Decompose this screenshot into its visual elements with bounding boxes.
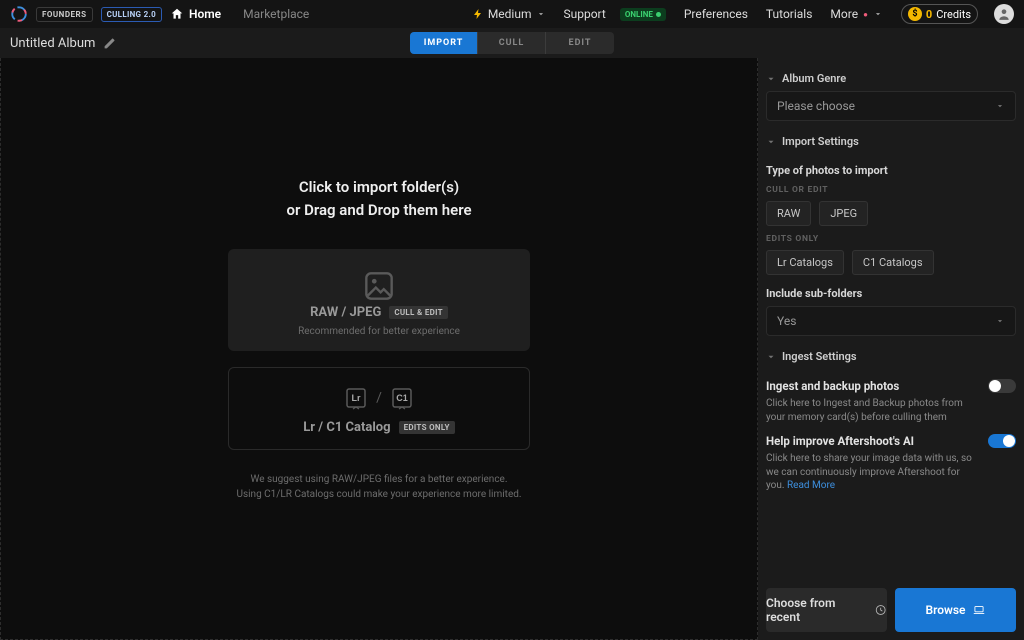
dollar-icon: $ [908,7,922,21]
choose-recent-button[interactable]: Choose from recent [766,588,887,632]
dropzone[interactable]: Click to import folder(s) or Drag and Dr… [0,58,758,640]
ingest-desc: Click here to Ingest and Backup photos f… [766,397,978,424]
priority-label: Medium [488,7,532,21]
svg-text:C1: C1 [396,393,408,403]
help-ai-title: Help improve Aftershoot's AI [766,434,978,448]
collapse-triangle-icon [766,74,776,84]
c1-icon: C1 [390,386,414,410]
image-icon [360,267,398,305]
more-label: More [830,7,858,21]
founders-badge: FOUNDERS [36,7,93,22]
section-import[interactable]: Import Settings [766,135,1016,148]
home-icon [170,7,184,21]
tab-edit[interactable]: EDIT [546,32,614,54]
culling-badge: CULLING 2.0 [101,7,162,22]
disclaimer-l2: Using C1/LR Catalogs could make your exp… [236,487,521,502]
mode-tabs: IMPORT CULL EDIT [410,32,614,54]
home-label: Home [189,7,221,21]
chevron-down-icon [536,9,546,19]
chevron-down-icon [995,316,1005,326]
chip-raw[interactable]: RAW [766,201,811,226]
svg-text:Lr: Lr [352,393,361,403]
marketplace-link[interactable]: Marketplace [243,7,309,21]
section-album-genre[interactable]: Album Genre [766,72,1016,85]
tab-import[interactable]: IMPORT [410,32,478,54]
credits-label: Credits [936,8,971,21]
ingest-toggle[interactable] [988,379,1016,393]
sidebar: Album Genre Please choose Import Setting… [758,58,1024,640]
catalog-icon-row: Lr / C1 [344,386,414,410]
more-dropdown[interactable]: More ● [830,7,882,21]
type-label: Type of photos to import [766,164,1016,177]
chip-lr-catalogs[interactable]: Lr Catalogs [766,250,844,275]
chip-c1-catalogs[interactable]: C1 Catalogs [852,250,934,275]
edits-only-label: EDITS ONLY [766,234,1016,244]
read-more-link[interactable]: Read More [787,480,835,491]
card-raw-jpeg-label-row: RAW / JPEG CULL & EDIT [310,305,448,320]
import-settings-label: Import Settings [782,135,859,148]
album-title[interactable]: Untitled Album [10,36,116,51]
album-title-label: Untitled Album [10,36,95,51]
topbar: FOUNDERS CULLING 2.0 Home Marketplace Me… [0,0,1024,28]
card-catalog-label: Lr / C1 Catalog [303,420,390,435]
clock-icon [874,603,887,617]
user-icon [997,7,1011,21]
card-raw-jpeg[interactable]: RAW / JPEG CULL & EDIT Recommended for b… [228,249,530,351]
card-catalog[interactable]: Lr / C1 Lr / C1 Catalog EDITS ONLY [228,367,530,450]
album-genre-value: Please choose [777,99,855,113]
subfolders-value: Yes [777,314,796,328]
dropzone-title: Click to import folder(s) or Drag and Dr… [286,176,471,221]
slash-divider: / [376,390,382,406]
choose-recent-label: Choose from recent [766,596,868,624]
preferences-link[interactable]: Preferences [684,7,748,21]
chevron-down-icon [873,9,883,19]
collapse-triangle-icon [766,137,776,147]
priority-dropdown[interactable]: Medium [472,7,546,21]
chip-jpeg[interactable]: JPEG [819,201,868,226]
disclaimer-l1: We suggest using RAW/JPEG files for a be… [236,472,521,487]
album-genre-select[interactable]: Please choose [766,91,1016,121]
notification-dot-icon: ● [863,10,868,19]
dropzone-line1: Click to import folder(s) [286,176,471,199]
card-raw-jpeg-sub: Recommended for better experience [298,326,460,337]
tutorials-link[interactable]: Tutorials [766,7,813,21]
subfolders-label: Include sub-folders [766,287,1016,300]
credits-count: 0 [926,8,932,21]
album-genre-label: Album Genre [782,72,846,85]
card-catalog-tag: EDITS ONLY [399,421,455,434]
ingest-title: Ingest and backup photos [766,379,978,393]
card-raw-jpeg-label: RAW / JPEG [310,305,381,320]
dropzone-line2: or Drag and Drop them here [286,199,471,222]
online-label: ONLINE [625,10,653,19]
lr-icon: Lr [344,386,368,410]
cull-or-edit-label: CULL OR EDIT [766,185,1016,195]
card-raw-jpeg-tag: CULL & EDIT [389,306,448,319]
help-ai-desc: Click here to share your image data with… [766,452,978,493]
credits-pill[interactable]: $ 0 Credits [901,4,978,24]
browse-label: Browse [925,603,965,617]
pencil-icon[interactable] [103,37,116,50]
support-link[interactable]: Support [564,7,606,21]
online-badge: ONLINE [620,8,666,21]
laptop-icon [972,603,986,617]
browse-button[interactable]: Browse [895,588,1016,632]
section-ingest[interactable]: Ingest Settings [766,350,1016,363]
bolt-icon [472,8,484,20]
disclaimer: We suggest using RAW/JPEG files for a be… [236,472,521,502]
card-catalog-label-row: Lr / C1 Catalog EDITS ONLY [303,420,454,435]
avatar[interactable] [994,4,1014,24]
help-ai-toggle[interactable] [988,434,1016,448]
app-logo-icon [10,5,28,23]
subheader: Untitled Album IMPORT CULL EDIT [0,28,1024,58]
chevron-down-icon [995,101,1005,111]
home-button[interactable]: Home [170,7,221,21]
online-dot-icon [656,12,661,17]
collapse-triangle-icon [766,352,776,362]
ingest-settings-label: Ingest Settings [782,350,857,363]
tab-cull[interactable]: CULL [478,32,546,54]
subfolders-select[interactable]: Yes [766,306,1016,336]
